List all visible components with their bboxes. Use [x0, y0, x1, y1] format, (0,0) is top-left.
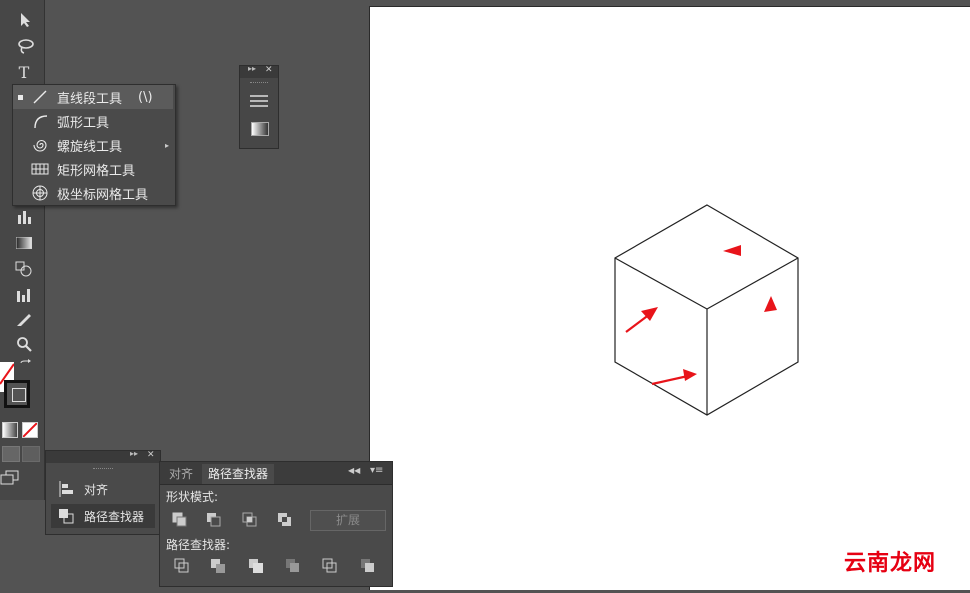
flyout-item-label: 螺旋线工具: [57, 139, 123, 155]
gradient-panel-icon[interactable]: [251, 122, 269, 136]
collapsed-panel: ▸▸ ✕: [239, 64, 279, 149]
flyout-item-label: 直线段工具: [57, 91, 123, 107]
selection-arrow-icon[interactable]: [15, 10, 35, 30]
flyout-item-arc[interactable]: 弧形工具: [13, 109, 173, 133]
submenu-caret-icon: ▸: [164, 140, 169, 150]
minus-back-icon[interactable]: [360, 558, 376, 574]
arrow-right-icon: [764, 296, 777, 312]
flyout-item-polar-grid[interactable]: 极坐标网格工具: [13, 181, 173, 205]
flyout-item-rect-grid[interactable]: 矩形网格工具: [13, 157, 173, 181]
dock-item-label: 对齐: [84, 482, 109, 497]
zoom-icon[interactable]: [14, 334, 34, 354]
grip-icon[interactable]: [250, 82, 268, 86]
pathfinders-label: 路径查找器:: [166, 538, 231, 552]
lasso-icon[interactable]: [15, 36, 35, 56]
collapse-arrows-icon[interactable]: ▸▸: [248, 64, 256, 73]
tab-pathfinder[interactable]: 路径查找器: [202, 464, 275, 484]
divide-icon[interactable]: [174, 558, 190, 574]
outline-icon[interactable]: [322, 558, 338, 574]
dock-header[interactable]: ▸▸ ✕: [46, 449, 160, 463]
pathfinder-icon: [58, 508, 74, 527]
expand-button[interactable]: 扩展: [310, 510, 386, 531]
tab-align[interactable]: 对齐: [163, 464, 199, 484]
collapse-left-icon[interactable]: ◀◀: [348, 466, 360, 475]
panel-header[interactable]: ▸▸ ✕: [240, 64, 278, 78]
draw-mode-icon[interactable]: [2, 446, 20, 462]
flyout-item-line-segment[interactable]: 直线段工具 (\): [13, 85, 173, 109]
line-tools-flyout: 直线段工具 (\) 弧形工具 螺旋线工具 ▸ 矩形网格工具 极坐标网格工具: [12, 84, 176, 206]
draw-inside-icon[interactable]: [22, 446, 40, 462]
close-icon[interactable]: ✕: [147, 450, 155, 460]
intersect-icon[interactable]: [242, 512, 258, 528]
merge-icon[interactable]: [248, 558, 264, 574]
arc-icon: [29, 111, 51, 131]
dock-item-align[interactable]: 对齐: [51, 477, 155, 501]
flyout-item-shortcut: (\): [138, 89, 153, 105]
shape-modes-label: 形状模式:: [166, 490, 219, 504]
exclude-icon[interactable]: [277, 512, 293, 528]
crop-icon[interactable]: [285, 558, 301, 574]
column-graph-icon[interactable]: [14, 207, 34, 227]
watermark-logo: 云南龙网: [843, 551, 936, 576]
bar-graph-icon[interactable]: [14, 285, 34, 305]
gradient-mode-icon[interactable]: [2, 422, 18, 438]
flyout-item-label: 极坐标网格工具: [57, 187, 149, 203]
arrow-bottom-icon: [683, 369, 697, 381]
align-icon: [59, 481, 75, 500]
selected-bullet-icon: [18, 94, 23, 100]
arrow-top-icon: [723, 245, 741, 256]
menu-lines-icon[interactable]: [250, 94, 268, 111]
close-icon[interactable]: ✕: [265, 65, 273, 75]
tools-panel: T: [0, 0, 45, 500]
slice-knife-icon[interactable]: [14, 310, 34, 330]
shape-builder-icon[interactable]: [14, 259, 34, 279]
pathfinder-panel: 对齐 路径查找器 ◀◀ ▾≡ 形状模式: 扩展 路径查找器:: [159, 461, 393, 587]
red-arrows: [625, 245, 777, 386]
grip-icon[interactable]: [93, 468, 113, 472]
polar-grid-icon: [29, 183, 51, 203]
trim-icon[interactable]: [210, 558, 226, 574]
panel-tab-bar: 对齐 路径查找器 ◀◀ ▾≡: [160, 462, 392, 485]
swap-colors-icon[interactable]: [18, 358, 32, 372]
dock-item-pathfinder[interactable]: 路径查找器: [51, 504, 155, 528]
line-segment-icon: [29, 87, 51, 107]
flyout-item-label: 矩形网格工具: [57, 163, 136, 179]
collapsed-dock-panel: ▸▸ ✕ 对齐 路径查找器: [45, 449, 161, 535]
dock-item-label: 路径查找器: [84, 509, 145, 524]
screen-mode-icon[interactable]: [0, 470, 20, 486]
type-tool-icon[interactable]: T: [14, 62, 34, 82]
artboard[interactable]: [369, 6, 970, 590]
collapse-arrows-icon[interactable]: ▸▸: [130, 449, 138, 458]
spiral-icon: [29, 135, 51, 155]
rect-grid-icon: [29, 159, 51, 179]
none-mode-icon[interactable]: [22, 422, 38, 438]
unite-icon[interactable]: [172, 512, 188, 528]
panel-menu-icon[interactable]: ▾≡: [370, 465, 383, 476]
minus-front-icon[interactable]: [206, 512, 222, 528]
stroke-swatch[interactable]: [4, 380, 30, 408]
gradient-icon[interactable]: [14, 233, 34, 253]
flyout-item-label: 弧形工具: [57, 115, 110, 131]
flyout-item-spiral[interactable]: 螺旋线工具 ▸: [13, 133, 173, 157]
cube-drawing[interactable]: [370, 7, 970, 590]
